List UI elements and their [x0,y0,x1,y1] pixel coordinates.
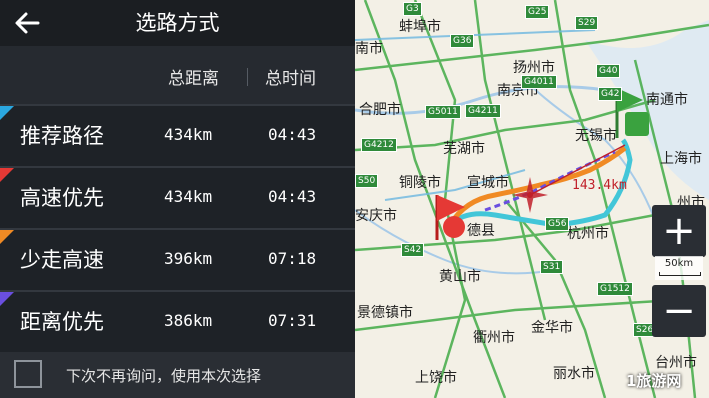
city-label: 德县 [467,223,495,239]
road-shield: G4011 [521,75,557,89]
city-label: 丽水市 [553,366,595,382]
road-shield: S50 [355,174,379,188]
minus-icon: − [662,288,696,334]
route-time: 07:31 [268,311,317,330]
route-name: 距离优先 [20,310,104,334]
city-label: 黄山市 [439,269,481,285]
route-distance: 434km [164,125,213,144]
road-shield: S42 [401,243,425,257]
route-distance-label: 143.4km [572,178,627,193]
remember-choice-bar: 下次不再询问，使用本次选择 [0,352,355,398]
scale-label: 50km [664,258,694,269]
city-label: 宣城市 [467,175,509,191]
page-title: 选路方式 [135,11,220,35]
road-shield: G3 [403,2,422,16]
city-label: 芜湖市 [443,141,485,157]
road-shield: G25 [525,5,550,19]
route-distance: 396km [164,249,213,268]
city-label: 上饶市 [415,370,457,386]
route-time: 04:43 [268,125,317,144]
zoom-out-button[interactable]: − [652,285,706,337]
city-label: 南市 [355,41,383,57]
scale-bar [659,272,701,276]
route-distance: 434km [164,187,213,206]
route-name: 推荐路径 [20,124,104,148]
column-header: 总距离 总时间 [0,46,355,104]
remember-choice-checkbox[interactable] [14,360,42,388]
route-time: 04:43 [268,187,317,206]
city-label: 安庆市 [355,208,397,224]
city-label: 蚌埠市 [399,19,441,35]
route-option-highway-first[interactable]: 高速优先 434km 04:43 [0,166,355,228]
city-label: 衢州市 [473,330,515,346]
route-option-shortest[interactable]: 距离优先 386km 07:31 [0,290,355,352]
city-label: 台州市 [655,355,697,371]
route-option-recommended[interactable]: 推荐路径 434km 04:43 [0,104,355,166]
route-time: 07:18 [268,249,317,268]
route-distance: 386km [164,311,213,330]
city-label: 南通市 [646,92,688,108]
city-label: 无锡市 [575,128,617,144]
city-label: 杭州市 [567,226,609,242]
watermark-logo: 1旅游网 [626,372,682,390]
map-scale: 50km [655,256,703,280]
plus-icon: + [662,208,696,254]
city-label: 上海市 [660,151,702,167]
city-label: 铜陵市 [399,175,441,191]
time-column-label: 总时间 [265,69,316,89]
road-shield: G42 [598,87,623,101]
route-name: 少走高速 [20,248,104,272]
road-shield: G1512 [597,282,633,296]
road-shield: G40 [596,64,621,78]
road-shield: G4212 [361,138,397,152]
route-color-marker [0,106,14,120]
zoom-in-button[interactable]: + [652,205,706,257]
city-label: 景德镇市 [357,305,413,321]
road-shield: G4211 [465,104,501,118]
route-color-marker [0,168,14,182]
column-divider [247,68,248,86]
city-label: 金华市 [531,320,573,336]
road-shield: S31 [540,260,564,274]
city-label: 合肥市 [359,102,401,118]
route-option-fewer-highways[interactable]: 少走高速 396km 07:18 [0,228,355,290]
road-shield: S29 [575,16,599,30]
road-shield: G36 [450,34,475,48]
route-name: 高速优先 [20,186,104,210]
top-bar: 选路方式 [0,0,355,46]
distance-column-label: 总距离 [168,69,219,89]
route-color-marker [0,292,14,306]
route-color-marker [0,230,14,244]
remember-choice-label[interactable]: 下次不再询问，使用本次选择 [66,365,261,386]
road-shield: G56 [545,217,570,231]
route-selection-panel: 选路方式 总距离 总时间 推荐路径 434km 04:43 高速优先 434km… [0,0,355,398]
road-shield: G5011 [425,105,461,119]
city-label: 扬州市 [513,60,555,76]
